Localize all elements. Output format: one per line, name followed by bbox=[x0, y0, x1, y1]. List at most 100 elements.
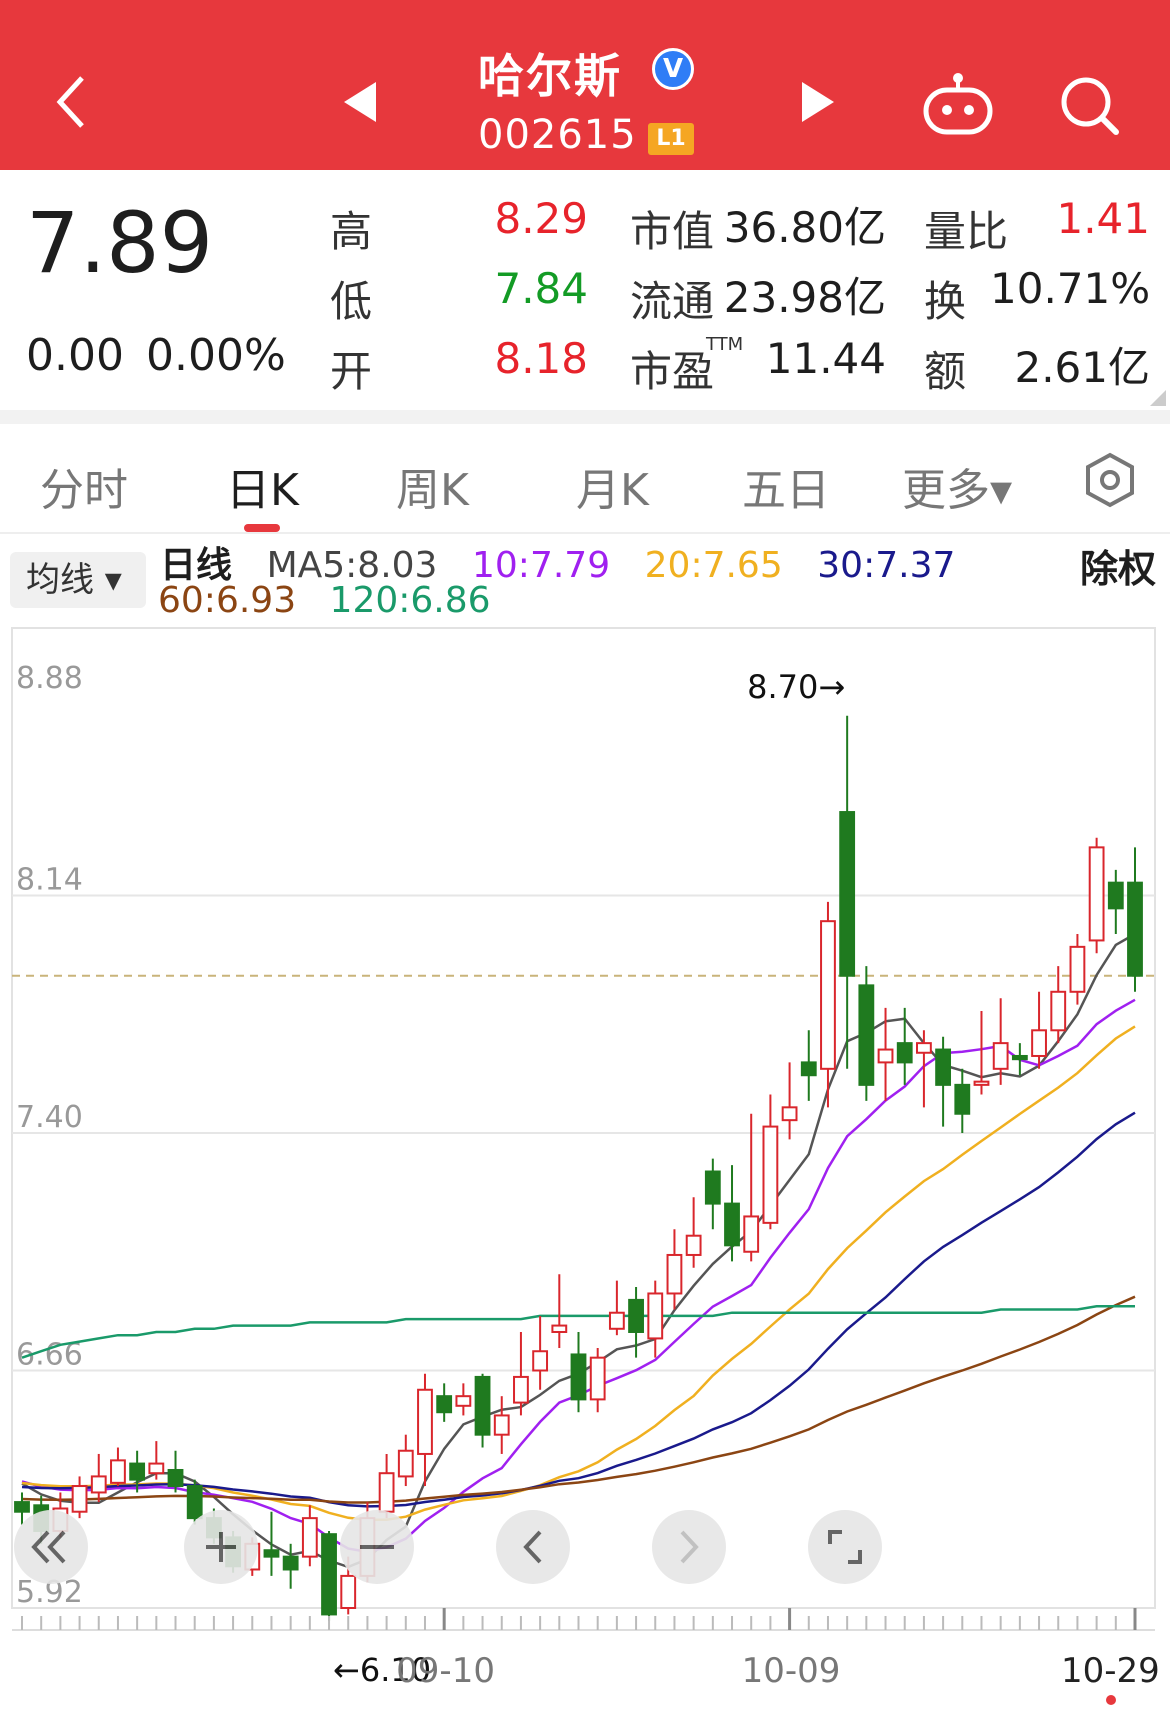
zoom-in-button[interactable] bbox=[184, 1510, 258, 1584]
tab-intraday[interactable]: 分时 bbox=[40, 454, 128, 518]
candle-down bbox=[167, 1468, 184, 1488]
pe-label: 市盈 bbox=[630, 347, 715, 396]
fullscreen-button[interactable] bbox=[808, 1510, 882, 1584]
candle-up bbox=[589, 1356, 606, 1401]
high-label: 高 bbox=[330, 207, 373, 256]
candle-up bbox=[71, 1485, 88, 1513]
candle-down bbox=[628, 1298, 644, 1333]
verified-badge: V bbox=[652, 48, 694, 90]
expand-corner-icon[interactable] bbox=[1150, 390, 1166, 406]
candle-down bbox=[474, 1375, 491, 1436]
candle-down bbox=[570, 1353, 587, 1401]
ma-line-ma10 bbox=[21, 998, 1136, 1554]
candle-up bbox=[647, 1292, 664, 1340]
candle-down bbox=[263, 1549, 280, 1558]
next-stock-icon[interactable] bbox=[798, 80, 838, 124]
price-change: 0.00 bbox=[26, 330, 124, 381]
tab-weekly-k[interactable]: 周K bbox=[396, 454, 469, 518]
legend-ma60: 60:6.93 bbox=[158, 580, 297, 621]
ex-rights-toggle[interactable]: 除权 bbox=[1080, 538, 1156, 593]
pe-value: 11.44 bbox=[765, 334, 886, 383]
ma-line-ma30 bbox=[21, 1111, 1136, 1508]
candle-down bbox=[282, 1555, 299, 1571]
candle-down bbox=[436, 1395, 453, 1414]
x-tick-label: 10-29 bbox=[1061, 1651, 1160, 1691]
stock-code: 002615 bbox=[478, 112, 637, 158]
next-button[interactable] bbox=[652, 1510, 726, 1584]
candle-up bbox=[90, 1475, 107, 1494]
robot-icon[interactable] bbox=[922, 70, 994, 136]
candle-up bbox=[455, 1395, 472, 1407]
high-price-annotation: 8.70→ bbox=[747, 668, 845, 706]
tab-more[interactable]: 更多▾ bbox=[902, 454, 1012, 518]
legend-ma120: 120:6.86 bbox=[329, 580, 491, 621]
tab-divider bbox=[0, 532, 1170, 534]
candlestick-chart[interactable]: 8.888.147.406.665.928.70→←6.1009-10 10-09… bbox=[0, 620, 1170, 1711]
chevron-left-icon bbox=[523, 1530, 542, 1564]
low-value: 7.84 bbox=[494, 264, 588, 313]
open-value: 8.18 bbox=[494, 334, 588, 383]
volume-ratio-value: 1.41 bbox=[1056, 194, 1150, 243]
stock-name: 哈尔斯 bbox=[478, 49, 622, 103]
amount-label: 额 bbox=[924, 347, 967, 396]
chart-frame bbox=[11, 627, 1156, 1609]
candle-up bbox=[513, 1375, 529, 1404]
candle-down bbox=[858, 984, 875, 1086]
back-icon[interactable] bbox=[52, 72, 92, 132]
candle-down bbox=[839, 811, 856, 977]
current-price: 7.89 bbox=[26, 194, 214, 292]
candle-up bbox=[378, 1472, 395, 1513]
candle-down bbox=[704, 1170, 721, 1205]
tab-monthly-k[interactable]: 月K bbox=[576, 454, 649, 518]
x-tick-label: 09-10 bbox=[396, 1651, 495, 1691]
candle-down bbox=[724, 1202, 740, 1247]
candle-down bbox=[896, 1042, 913, 1064]
candle-up bbox=[877, 1048, 894, 1064]
minus-icon bbox=[360, 1545, 394, 1549]
price-change-pct: 0.00% bbox=[146, 330, 286, 381]
candle-up bbox=[781, 1106, 798, 1122]
chevron-right-icon bbox=[680, 1530, 699, 1564]
turnover-label: 换 bbox=[924, 277, 967, 326]
settings-hex-icon[interactable] bbox=[1084, 452, 1136, 508]
candle-up bbox=[762, 1125, 779, 1224]
candle-up bbox=[1031, 1029, 1047, 1057]
float-cap-value: 23.98亿 bbox=[723, 273, 886, 322]
ttm-label: TTM bbox=[706, 334, 744, 355]
prev-button[interactable] bbox=[496, 1510, 570, 1584]
y-tick-label: 7.40 bbox=[16, 1100, 83, 1135]
candle-up bbox=[110, 1459, 126, 1484]
candle-up bbox=[1050, 990, 1067, 1032]
low-label: 低 bbox=[330, 277, 373, 326]
search-icon[interactable] bbox=[1058, 74, 1122, 138]
ma-legend-row2: 60:6.93 120:6.86 bbox=[158, 580, 491, 621]
candle-down bbox=[129, 1462, 146, 1481]
float-cap-label: 流通 bbox=[630, 277, 715, 326]
candle-down bbox=[321, 1533, 337, 1616]
candle-down bbox=[935, 1048, 952, 1086]
candle-up bbox=[551, 1324, 568, 1333]
zoom-out-button[interactable] bbox=[340, 1510, 414, 1584]
volume-ratio-label: 量比 bbox=[924, 207, 1009, 256]
candle-up bbox=[148, 1462, 165, 1475]
candle-up bbox=[992, 1042, 1009, 1070]
candle-down bbox=[1127, 881, 1143, 977]
active-tab-indicator bbox=[244, 524, 280, 532]
legend-ma30: 30:7.37 bbox=[817, 545, 956, 586]
candle-up bbox=[1088, 846, 1105, 942]
candle-up bbox=[820, 920, 836, 1070]
candle-up bbox=[973, 1080, 990, 1086]
candle-up bbox=[493, 1414, 510, 1436]
high-value: 8.29 bbox=[494, 194, 588, 243]
rewind-button[interactable] bbox=[14, 1510, 88, 1584]
quote-panel: 7.89 0.00 0.00% 高 8.29 低 7.84 开 8.18 市值 … bbox=[0, 170, 1170, 410]
ma-selector-button[interactable]: 均线 ▾ bbox=[10, 552, 146, 608]
market-cap-value: 36.80亿 bbox=[723, 203, 886, 252]
today-marker-dot bbox=[1106, 1695, 1116, 1705]
level-badge: L1 bbox=[648, 123, 694, 155]
tab-daily-k[interactable]: 日K bbox=[226, 454, 299, 518]
candle-up bbox=[743, 1215, 760, 1253]
tab-five-day[interactable]: 五日 bbox=[742, 454, 830, 518]
app-header: 哈尔斯 V 002615 L1 bbox=[0, 0, 1170, 170]
prev-stock-icon[interactable] bbox=[340, 80, 380, 124]
